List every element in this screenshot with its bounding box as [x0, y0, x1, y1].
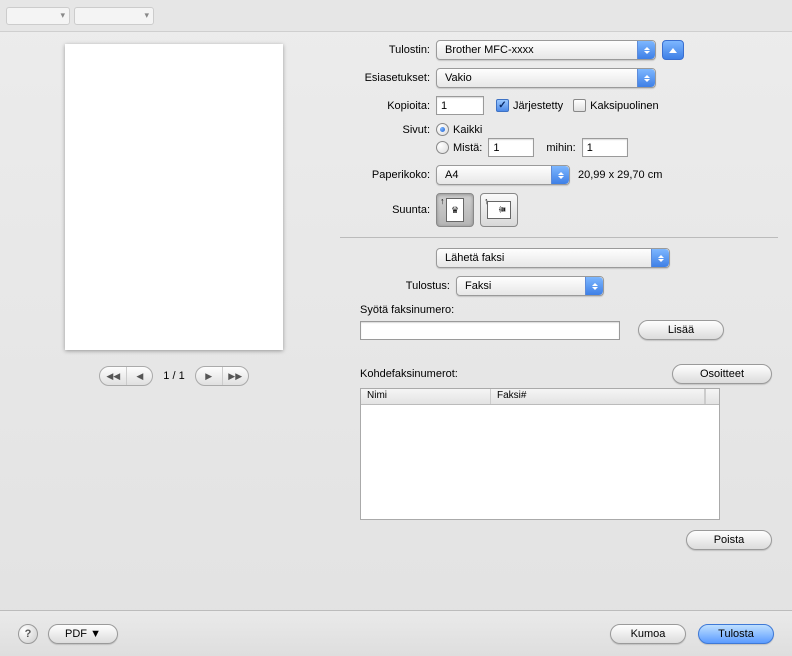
- triangle-up-icon: [669, 48, 677, 53]
- first-page-icon[interactable]: ◀◀: [100, 367, 126, 385]
- help-button[interactable]: ?: [18, 624, 38, 644]
- section-popup[interactable]: Lähetä faksi: [436, 248, 670, 268]
- dest-fax-label: Kohdefaksinumerot:: [360, 368, 458, 380]
- preview-nav-fwd[interactable]: ▶ ▶▶: [195, 366, 249, 386]
- printer-label: Tulostin:: [340, 44, 436, 56]
- printer-popup[interactable]: Brother MFC-xxxx: [436, 40, 656, 60]
- orientation-portrait-button[interactable]: ↑ ♛: [436, 193, 474, 227]
- orientation-landscape-button[interactable]: ↑ ♛: [480, 193, 518, 227]
- prev-page-icon[interactable]: ◀: [126, 367, 152, 385]
- pages-all-radio[interactable]: [436, 123, 449, 136]
- presets-popup[interactable]: Vakio: [436, 68, 656, 88]
- presets-value: Vakio: [445, 72, 472, 84]
- last-page-icon[interactable]: ▶▶: [222, 367, 248, 385]
- expand-button[interactable]: [662, 40, 684, 60]
- addresses-button[interactable]: Osoitteet: [672, 364, 772, 384]
- pages-from-input[interactable]: [488, 138, 534, 157]
- separator: [340, 237, 778, 238]
- chevrons-icon: [637, 69, 655, 87]
- papersize-popup[interactable]: A4: [436, 165, 570, 185]
- pages-label: Sivut:: [340, 124, 436, 136]
- section-value: Lähetä faksi: [445, 252, 504, 264]
- window-toolbar: ▾ ▾: [0, 0, 792, 32]
- enter-fax-label: Syötä faksinumero:: [360, 304, 778, 316]
- collated-checkbox[interactable]: [496, 99, 509, 112]
- presets-label: Esiasetukset:: [340, 72, 436, 84]
- toolbar-popup-1[interactable]: ▾: [6, 7, 70, 25]
- dest-fax-table[interactable]: Nimi Faksi#: [360, 388, 720, 520]
- pages-to-label: mihin:: [546, 142, 575, 154]
- collated-label: Järjestetty: [513, 100, 563, 112]
- chevrons-icon: [651, 249, 669, 267]
- pages-all-label: Kaikki: [453, 124, 482, 136]
- papersize-label: Paperikoko:: [340, 169, 436, 181]
- output-value: Faksi: [465, 280, 491, 292]
- output-popup[interactable]: Faksi: [456, 276, 604, 296]
- page-indicator: 1 / 1: [163, 370, 184, 382]
- output-label: Tulostus:: [340, 280, 456, 292]
- next-page-icon[interactable]: ▶: [196, 367, 222, 385]
- chevrons-icon: [637, 41, 655, 59]
- copies-input[interactable]: [436, 96, 484, 115]
- table-corner: [705, 389, 719, 404]
- chevrons-icon: [551, 166, 569, 184]
- remove-button[interactable]: Poista: [686, 530, 772, 550]
- pages-to-input[interactable]: [582, 138, 628, 157]
- dialog-footer: ? PDF ▼ Kumoa Tulosta: [0, 610, 792, 656]
- portrait-icon: ♛: [446, 198, 464, 222]
- chevrons-icon: [585, 277, 603, 295]
- fax-number-input[interactable]: [360, 321, 620, 340]
- pdf-menu-button[interactable]: PDF ▼: [48, 624, 118, 644]
- table-body[interactable]: [361, 405, 719, 519]
- toolbar-popup-2[interactable]: ▾: [74, 7, 154, 25]
- landscape-icon: ♛: [487, 201, 511, 219]
- print-button[interactable]: Tulosta: [698, 624, 774, 644]
- papersize-dims: 20,99 x 29,70 cm: [578, 169, 662, 181]
- orientation-label: Suunta:: [340, 204, 436, 216]
- th-name[interactable]: Nimi: [361, 389, 491, 404]
- cancel-button[interactable]: Kumoa: [610, 624, 686, 644]
- preview-nav-back[interactable]: ◀◀ ◀: [99, 366, 153, 386]
- pages-from-label: Mistä:: [453, 142, 482, 154]
- copies-label: Kopioita:: [340, 100, 436, 112]
- papersize-value: A4: [445, 169, 458, 181]
- th-fax[interactable]: Faksi#: [491, 389, 705, 404]
- pages-range-radio[interactable]: [436, 141, 449, 154]
- two-sided-label: Kaksipuolinen: [590, 100, 659, 112]
- two-sided-checkbox[interactable]: [573, 99, 586, 112]
- add-button[interactable]: Lisää: [638, 320, 724, 340]
- printer-value: Brother MFC-xxxx: [445, 44, 534, 56]
- print-preview: [65, 44, 283, 350]
